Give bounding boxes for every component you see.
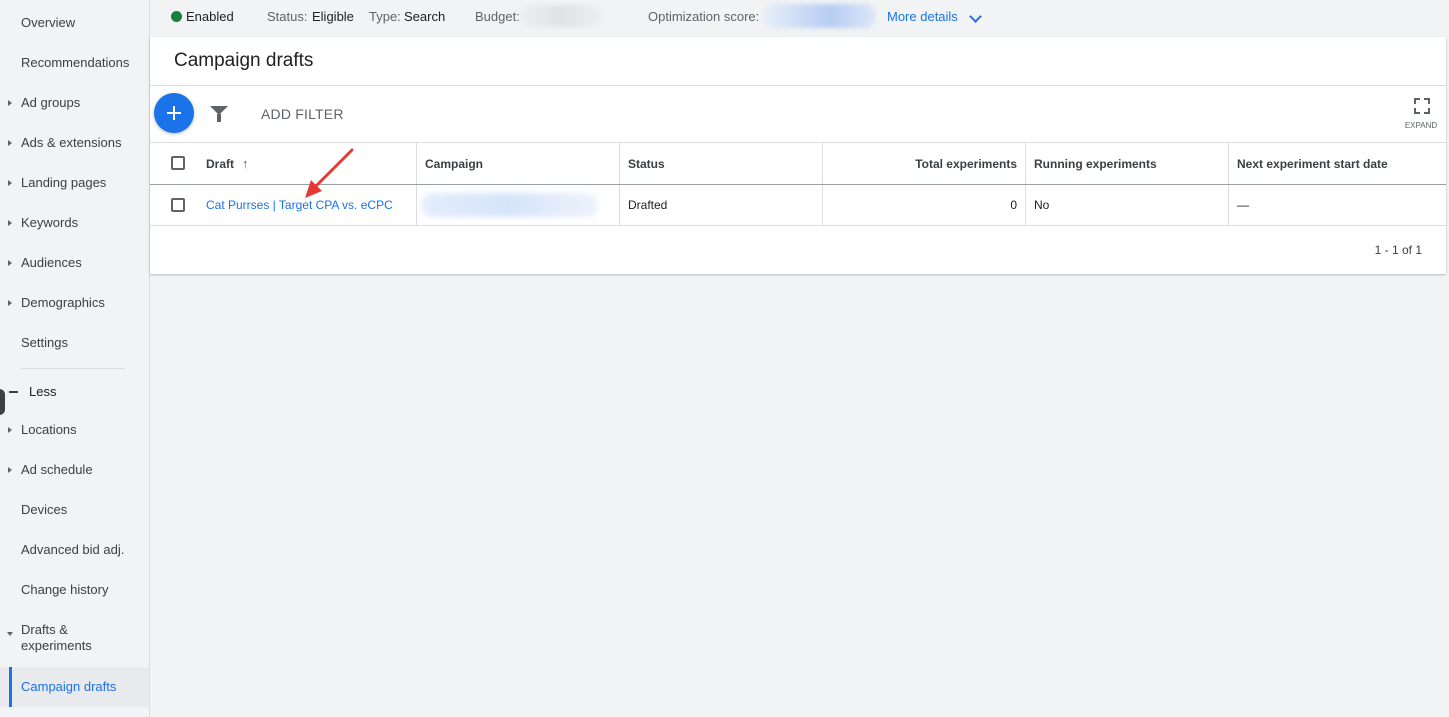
- type-value: Search: [404, 9, 446, 24]
- campaign-status-bar: Enabled Status: Eligible Type: Search Bu…: [150, 0, 1449, 33]
- enabled-status[interactable]: Enabled: [186, 0, 234, 33]
- pagination-label: 1 - 1 of 1: [1374, 243, 1422, 257]
- more-details-link[interactable]: More details: [887, 0, 958, 33]
- campaign-name-redacted: [422, 193, 598, 217]
- nav-item-locations[interactable]: Locations: [0, 410, 149, 450]
- plus-icon-stroke: [173, 106, 175, 120]
- campaign-drafts-card: Campaign drafts ADD FILTER EXPAND Draft …: [150, 37, 1446, 274]
- nav-item-ad-groups[interactable]: Ad groups: [0, 83, 149, 123]
- nav-item-label: Demographics: [21, 295, 105, 310]
- nav-item-label: Drafts & experiments: [21, 622, 92, 653]
- nav-divider: [21, 368, 125, 369]
- nav-item-audiences[interactable]: Audiences: [0, 243, 149, 283]
- running-experiments-cell: No: [1034, 198, 1050, 212]
- select-all-checkbox[interactable]: [171, 156, 185, 170]
- nav-item-ad-schedule[interactable]: Ad schedule: [0, 450, 149, 490]
- nav-item-label: Ad groups: [21, 95, 81, 110]
- nav-item-label: Keywords: [21, 215, 79, 230]
- caret-down-icon: [7, 632, 13, 636]
- table-header: Draft ↑ Campaign Status Total experiment…: [150, 142, 1446, 186]
- nav-item-label: Audiences: [21, 255, 82, 270]
- enabled-status-dot-icon: [171, 11, 182, 22]
- next-start-date-cell: —: [1237, 198, 1249, 212]
- nav-item-label: Change history: [21, 582, 109, 597]
- nav-item-keywords[interactable]: Keywords: [0, 203, 149, 243]
- draft-name-link[interactable]: Cat Purrses | Target CPA vs. eCPC: [206, 198, 393, 212]
- add-draft-button[interactable]: [154, 93, 194, 133]
- status-value: Eligible: [312, 9, 354, 24]
- table-row: Cat Purrses | Target CPA vs. eCPC Drafte…: [150, 185, 1446, 226]
- caret-right-icon: [8, 100, 12, 106]
- nav-item-label: Landing pages: [21, 175, 107, 190]
- optimization-score-label: Optimization score:: [648, 9, 760, 24]
- chevron-down-icon[interactable]: [969, 10, 982, 23]
- column-header-status[interactable]: Status: [620, 143, 822, 184]
- add-filter-button[interactable]: ADD FILTER: [261, 86, 344, 142]
- nav-item-advanced-bid-adj[interactable]: Advanced bid adj.: [0, 530, 149, 570]
- caret-right-icon: [8, 427, 12, 433]
- table-toolbar: ADD FILTER EXPAND: [150, 86, 1446, 142]
- column-header-next-start-date[interactable]: Next experiment start date: [1229, 143, 1446, 184]
- row-checkbox[interactable]: [171, 198, 185, 212]
- selected-indicator: [9, 667, 12, 707]
- nav-item-label: Ad schedule: [21, 462, 93, 477]
- nav-item-label: Overview: [21, 15, 76, 30]
- caret-right-icon: [8, 220, 12, 226]
- nav-item-label: Devices: [21, 502, 68, 517]
- nav-item-label: Campaign drafts: [21, 679, 117, 694]
- caret-right-icon: [8, 180, 12, 186]
- column-header-running-experiments[interactable]: Running experiments: [1026, 143, 1228, 184]
- expand-button[interactable]: EXPAND: [1404, 96, 1438, 136]
- nav-less-label: Less: [29, 384, 57, 399]
- nav-item-label: Ads & extensions: [21, 135, 122, 150]
- nav-item-settings[interactable]: Settings: [0, 323, 149, 363]
- optimization-score-redacted: [763, 4, 875, 28]
- nav-item-overview[interactable]: Overview: [0, 3, 149, 43]
- expand-label: EXPAND: [1404, 121, 1438, 130]
- nav-item-label: Recommendations: [21, 55, 130, 70]
- filter-icon[interactable]: [210, 106, 228, 122]
- nav-item-demographics[interactable]: Demographics: [0, 283, 149, 323]
- nav-item-drafts-experiments[interactable]: Drafts & experiments: [0, 608, 149, 660]
- nav-item-label: Advanced bid adj.: [21, 542, 125, 557]
- status-label: Status:: [267, 9, 308, 24]
- budget-value-redacted: [521, 5, 601, 27]
- caret-right-icon: [8, 260, 12, 266]
- nav-item-landing-pages[interactable]: Landing pages: [0, 163, 149, 203]
- caret-right-icon: [8, 300, 12, 306]
- nav-less-toggle[interactable]: Less: [0, 380, 149, 415]
- nav-item-devices[interactable]: Devices: [0, 490, 149, 530]
- column-header-total-experiments[interactable]: Total experiments: [823, 143, 1025, 184]
- nav-item-recommendations[interactable]: Recommendations: [0, 43, 149, 83]
- status-cell: Drafted: [628, 198, 668, 212]
- expand-icon: [1414, 98, 1420, 104]
- expand-icon-corner: [1424, 98, 1430, 104]
- caret-right-icon: [8, 467, 12, 473]
- page-title: Campaign drafts: [174, 50, 314, 71]
- minus-icon: [9, 391, 18, 393]
- nav-item-campaign-drafts[interactable]: Campaign drafts: [0, 667, 149, 707]
- expand-icon-corner: [1414, 108, 1420, 114]
- nav-item-change-history[interactable]: Change history: [0, 570, 149, 610]
- caret-right-icon: [8, 140, 12, 146]
- nav-item-label: Locations: [21, 422, 77, 437]
- column-header-campaign[interactable]: Campaign: [417, 143, 619, 184]
- draft-cell: Cat Purrses | Target CPA vs. eCPC: [198, 185, 416, 225]
- column-header-draft-label: Draft: [206, 156, 235, 171]
- nav-item-label: Settings: [21, 335, 68, 350]
- total-experiments-cell: 0: [1010, 198, 1017, 212]
- type-label: Type:: [369, 9, 401, 24]
- expand-icon-corner: [1424, 108, 1430, 114]
- column-header-draft[interactable]: Draft ↑: [198, 143, 416, 184]
- budget-label: Budget:: [475, 9, 520, 24]
- nav-item-ads-extensions[interactable]: Ads & extensions: [0, 123, 149, 163]
- side-navigation: Overview Recommendations Ad groups Ads &…: [0, 0, 150, 717]
- sort-ascending-icon[interactable]: ↑: [242, 156, 249, 171]
